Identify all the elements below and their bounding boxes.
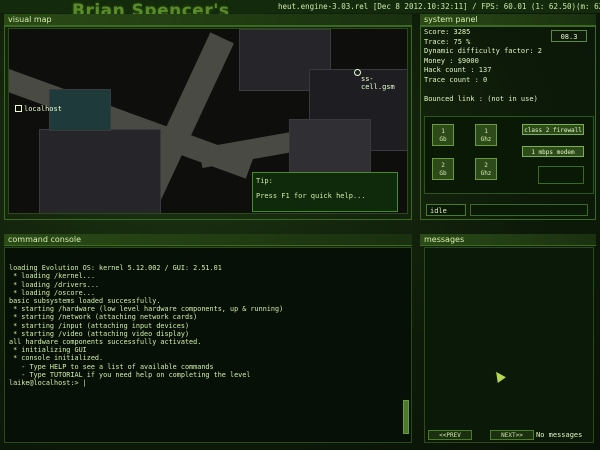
stat-trace-count: Trace count : 0 bbox=[424, 75, 488, 84]
prev-message-button[interactable]: <<PREV bbox=[428, 430, 472, 440]
cpu-chip-icon[interactable]: 2 Ghz bbox=[475, 158, 497, 180]
empty-slot[interactable] bbox=[538, 166, 584, 184]
map-building bbox=[39, 129, 161, 213]
firewall-button[interactable]: class 2 firewall bbox=[522, 124, 584, 135]
cpu-chip-icon[interactable]: 1 Ghz bbox=[475, 124, 497, 146]
stat-money: Money : $9000 bbox=[424, 56, 479, 65]
console-line: loading Evolution OS: kernel 5.12.002 / … bbox=[9, 264, 222, 273]
memory-chip-icon[interactable]: 1 Gb bbox=[432, 124, 454, 146]
console-line: * loading /oscore... bbox=[9, 288, 95, 297]
stat-trace: Trace: 75 % bbox=[424, 37, 471, 46]
stat-difficulty: Dynamic difficulty factor: 2 bbox=[424, 47, 543, 55]
system-stats: Score: 3285 Trace: 75 % Dynamic difficul… bbox=[424, 28, 592, 112]
chip-unit: Gb bbox=[439, 170, 447, 177]
localhost-label: localhost bbox=[24, 105, 62, 113]
console-line: * starting /input (attaching input devic… bbox=[9, 321, 190, 330]
tip-box: Tip: Press F1 for quick help... bbox=[252, 172, 398, 212]
console-line: * initializing GUI bbox=[9, 346, 87, 355]
visual-map-title: visual map bbox=[4, 14, 412, 26]
localhost-node-icon[interactable] bbox=[15, 105, 22, 112]
system-panel-title: system panel bbox=[420, 14, 596, 26]
target-node-icon[interactable] bbox=[354, 69, 361, 76]
state-indicator: idle bbox=[426, 204, 466, 216]
modem-button[interactable]: 1 mbps modem bbox=[522, 146, 584, 157]
engine-status-line: heut.engine-3.03.rel [Dec 8 2012.10:32:1… bbox=[278, 2, 600, 11]
chip-value: 1 bbox=[484, 128, 488, 135]
chip-value: 1 bbox=[441, 128, 445, 135]
console-line: * starting /hardware (low level hardware… bbox=[9, 305, 284, 314]
console-line: * console initialized. bbox=[9, 354, 104, 363]
messages-title: messages bbox=[420, 234, 596, 246]
stat-score: Score: 3285 bbox=[424, 28, 471, 36]
command-console[interactable]: loading Evolution OS: kernel 5.12.002 / … bbox=[4, 247, 412, 443]
console-line: - Type HELP to see a list of available c… bbox=[9, 362, 214, 371]
target-node-label[interactable]: ss-cell.gsm bbox=[361, 75, 407, 91]
chip-value: 2 bbox=[484, 162, 488, 169]
no-messages-text: No messages bbox=[536, 431, 583, 439]
console-line: all hardware components successfully act… bbox=[9, 338, 202, 347]
console-prompt[interactable]: laike@localhost:> | bbox=[9, 379, 283, 387]
tip-heading: Tip: bbox=[256, 177, 273, 185]
console-title: command console bbox=[4, 234, 412, 246]
progress-bar bbox=[470, 204, 588, 216]
console-line: - Type TUTORIAL if you need help on comp… bbox=[9, 370, 251, 379]
console-line: * starting /video (attaching video displ… bbox=[9, 329, 190, 338]
chip-unit: Ghz bbox=[480, 170, 492, 177]
console-scrollbar[interactable] bbox=[403, 400, 409, 434]
console-line: * loading /kernel... bbox=[9, 272, 95, 281]
messages-panel bbox=[424, 247, 594, 443]
stat-bounced-link: Bounced link : (not in use) bbox=[424, 94, 538, 103]
memory-chip-icon[interactable]: 2 Gb bbox=[432, 158, 454, 180]
chip-unit: Ghz bbox=[480, 136, 492, 143]
chip-unit: Gb bbox=[439, 136, 447, 143]
chip-value: 2 bbox=[441, 162, 445, 169]
next-message-button[interactable]: NEXT>> bbox=[490, 430, 534, 440]
tip-text: Press F1 for quick help... bbox=[256, 192, 366, 200]
console-line: basic subsystems loaded successfully. bbox=[9, 297, 161, 306]
console-line: * starting /network (attaching network c… bbox=[9, 313, 198, 322]
console-output: loading Evolution OS: kernel 5.12.002 / … bbox=[9, 256, 283, 404]
console-line: * loading /drivers... bbox=[9, 280, 100, 289]
stat-spacer bbox=[424, 85, 592, 95]
stat-hack-count: Hack count : 137 bbox=[424, 66, 492, 74]
